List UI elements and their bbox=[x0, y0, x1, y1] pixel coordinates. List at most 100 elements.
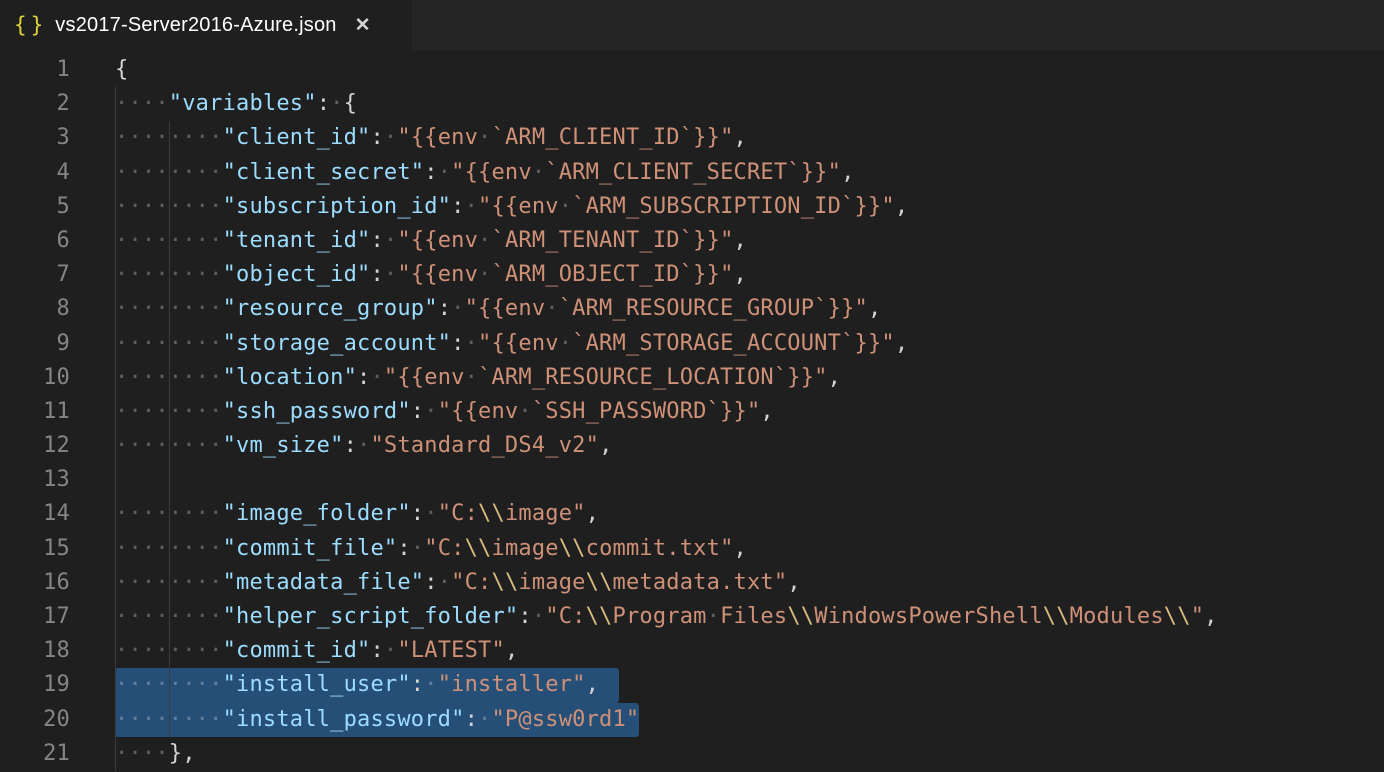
code-line[interactable]: 7········"object_id":·"{{env·`ARM_OBJECT… bbox=[0, 258, 1384, 292]
line-number[interactable]: 11 bbox=[0, 395, 70, 429]
token-punct: , bbox=[1204, 604, 1217, 629]
token-punct: : bbox=[397, 536, 410, 561]
line-number[interactable]: 10 bbox=[0, 361, 70, 395]
line-number[interactable]: 12 bbox=[0, 429, 70, 463]
token-str: "C: bbox=[438, 501, 478, 526]
token-punct: , bbox=[505, 638, 518, 663]
line-number[interactable]: 16 bbox=[0, 566, 70, 600]
line-number[interactable]: 1 bbox=[0, 53, 70, 87]
code-text: ········"ssh_password":·"{{env·`SSH_PASS… bbox=[70, 395, 774, 429]
editor-tab[interactable]: {} vs2017-Server2016-Azure.json ✕ bbox=[0, 0, 412, 50]
token-str: `ARM_CLIENT_ID`}}" bbox=[492, 125, 734, 150]
token-str: `ARM_CLIENT_SECRET`}}" bbox=[545, 160, 841, 185]
token-key: "install_user" bbox=[223, 672, 411, 697]
code-line[interactable]: 16········"metadata_file":·"C:\\image\\m… bbox=[0, 566, 1384, 600]
code-line[interactable]: 1{ bbox=[0, 53, 1384, 87]
line-number[interactable]: 8 bbox=[0, 292, 70, 326]
token-punct: , bbox=[760, 399, 773, 424]
token-str: `ARM_SUBSCRIPTION_ID`}}" bbox=[572, 194, 895, 219]
code-line[interactable]: 9········"storage_account":·"{{env·`ARM_… bbox=[0, 327, 1384, 361]
code-line[interactable]: 19········"install_user":·"installer", bbox=[0, 668, 1384, 702]
token-punct: , bbox=[734, 228, 747, 253]
code-text: ········"client_secret":·"{{env·`ARM_CLI… bbox=[70, 156, 855, 190]
line-number[interactable]: 4 bbox=[0, 156, 70, 190]
code-line[interactable]: 17········"helper_script_folder":·"C:\\P… bbox=[0, 600, 1384, 634]
token-str: "C: bbox=[424, 536, 464, 561]
code-line[interactable]: 8········"resource_group":·"{{env·`ARM_R… bbox=[0, 292, 1384, 326]
whitespace-dots: · bbox=[532, 160, 545, 185]
code-line[interactable]: 5········"subscription_id":·"{{env·`ARM_… bbox=[0, 190, 1384, 224]
token-str: `ARM_TENANT_ID`}}" bbox=[492, 228, 734, 253]
token-punct: : bbox=[411, 399, 424, 424]
whitespace-dots: · bbox=[424, 501, 437, 526]
token-str: image" bbox=[505, 501, 586, 526]
whitespace-dots: · bbox=[545, 296, 558, 321]
whitespace-dots: · bbox=[384, 638, 397, 663]
whitespace-dots: · bbox=[438, 160, 451, 185]
line-number[interactable]: 5 bbox=[0, 190, 70, 224]
line-number[interactable]: 13 bbox=[0, 463, 70, 497]
line-number[interactable]: 6 bbox=[0, 224, 70, 258]
code-line[interactable]: 15········"commit_file":·"C:\\image\\com… bbox=[0, 532, 1384, 566]
code-line[interactable]: 18········"commit_id":·"LATEST", bbox=[0, 634, 1384, 668]
token-str: `SSH_PASSWORD`}}" bbox=[532, 399, 761, 424]
code-text: ········"image_folder":·"C:\\image", bbox=[70, 497, 599, 531]
token-punct: : bbox=[411, 672, 424, 697]
code-text: ········"location":·"{{env·`ARM_RESOURCE… bbox=[70, 361, 841, 395]
token-str: Modules bbox=[1070, 604, 1164, 629]
code-line[interactable]: 2····"variables":·{ bbox=[0, 87, 1384, 121]
line-number[interactable]: 15 bbox=[0, 532, 70, 566]
code-text: ········"install_user":·"installer", bbox=[70, 668, 619, 702]
token-esc: \\ bbox=[465, 536, 492, 561]
line-number[interactable]: 20 bbox=[0, 703, 70, 737]
line-number[interactable]: 17 bbox=[0, 600, 70, 634]
line-number[interactable]: 7 bbox=[0, 258, 70, 292]
line-number[interactable]: 18 bbox=[0, 634, 70, 668]
token-punct: : bbox=[370, 228, 383, 253]
whitespace-dots: ········ bbox=[115, 228, 223, 253]
line-number[interactable]: 14 bbox=[0, 497, 70, 531]
code-line[interactable]: 20········"install_password":·"P@ssw0rd1… bbox=[0, 703, 1384, 737]
code-text: ········"object_id":·"{{env·`ARM_OBJECT_… bbox=[70, 258, 747, 292]
whitespace-dots: · bbox=[478, 125, 491, 150]
token-esc: \\ bbox=[1164, 604, 1191, 629]
code-text: ········"storage_account":·"{{env·`ARM_S… bbox=[70, 327, 908, 361]
code-line[interactable]: 10········"location":·"{{env·`ARM_RESOUR… bbox=[0, 361, 1384, 395]
code-line[interactable]: 3········"client_id":·"{{env·`ARM_CLIENT… bbox=[0, 121, 1384, 155]
token-str: WindowsPowerShell bbox=[814, 604, 1043, 629]
whitespace-dots: · bbox=[424, 399, 437, 424]
code-text: { bbox=[70, 53, 128, 87]
line-number[interactable]: 9 bbox=[0, 327, 70, 361]
whitespace-dots: · bbox=[411, 536, 424, 561]
token-key: "metadata_file" bbox=[223, 570, 425, 595]
whitespace-dots: · bbox=[357, 433, 370, 458]
token-str: "{{env bbox=[451, 160, 532, 185]
token-punct: : bbox=[411, 501, 424, 526]
whitespace-dots: ········ bbox=[115, 604, 223, 629]
line-number[interactable]: 19 bbox=[0, 668, 70, 702]
code-text: ········"helper_script_folder":·"C:\\Pro… bbox=[70, 600, 1218, 634]
code-text: ········"commit_id":·"LATEST", bbox=[70, 634, 518, 668]
code-line[interactable]: 12········"vm_size":·"Standard_DS4_v2", bbox=[0, 429, 1384, 463]
whitespace-dots: ···· bbox=[115, 741, 169, 766]
token-key: "subscription_id" bbox=[223, 194, 452, 219]
code-text: ········"metadata_file":·"C:\\image\\met… bbox=[70, 566, 801, 600]
code-line[interactable]: 11········"ssh_password":·"{{env·`SSH_PA… bbox=[0, 395, 1384, 429]
token-str: "{{env bbox=[478, 331, 559, 356]
code-line[interactable]: 21····}, bbox=[0, 737, 1384, 771]
line-number[interactable]: 21 bbox=[0, 737, 70, 771]
editor[interactable]: 1{2····"variables":·{3········"client_id… bbox=[0, 50, 1384, 772]
token-str: "{{env bbox=[397, 228, 478, 253]
code-line[interactable]: 13 bbox=[0, 463, 1384, 497]
token-punct: : bbox=[370, 125, 383, 150]
line-number[interactable]: 2 bbox=[0, 87, 70, 121]
token-str: "P@ssw0rd1" bbox=[491, 707, 639, 732]
code-line[interactable]: 4········"client_secret":·"{{env·`ARM_CL… bbox=[0, 156, 1384, 190]
token-key: "object_id" bbox=[223, 262, 371, 287]
token-esc: \\ bbox=[492, 570, 519, 595]
code-text: ········"commit_file":·"C:\\image\\commi… bbox=[70, 532, 747, 566]
tab-close-icon[interactable]: ✕ bbox=[355, 16, 371, 35]
code-line[interactable]: 6········"tenant_id":·"{{env·`ARM_TENANT… bbox=[0, 224, 1384, 258]
line-number[interactable]: 3 bbox=[0, 121, 70, 155]
code-line[interactable]: 14········"image_folder":·"C:\\image", bbox=[0, 497, 1384, 531]
